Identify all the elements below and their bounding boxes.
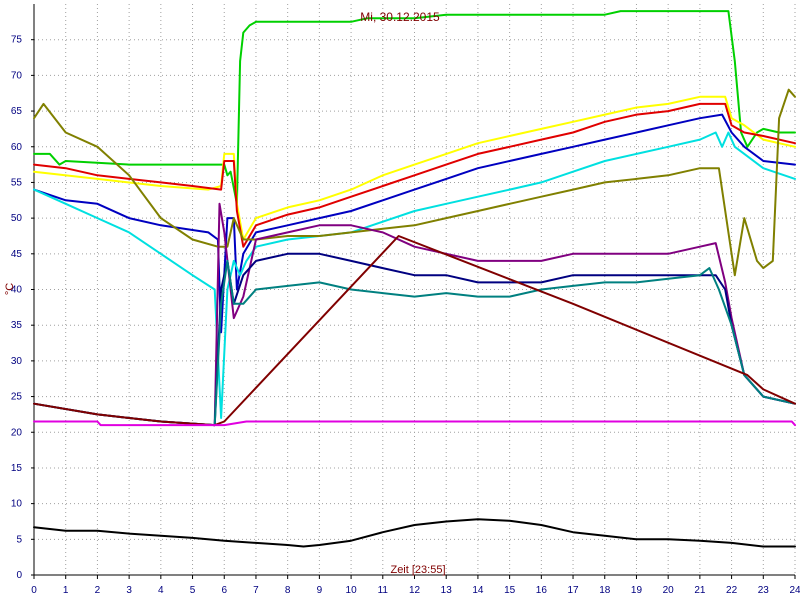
x-tick-label: 8 [285, 585, 291, 596]
y-tick-label: 50 [11, 213, 23, 224]
x-tick-label: 9 [317, 585, 323, 596]
x-tick-label: 20 [663, 585, 675, 596]
y-tick-label: 15 [11, 463, 23, 474]
x-tick-label: 3 [126, 585, 132, 596]
x-tick-label: 15 [504, 585, 516, 596]
x-tick-label: 6 [221, 585, 227, 596]
y-tick-label: 45 [11, 249, 23, 260]
x-tick-label: 4 [158, 585, 164, 596]
x-tick-label: 14 [472, 585, 484, 596]
y-tick-label: 20 [11, 427, 23, 438]
x-tick-label: 13 [441, 585, 453, 596]
x-tick-label: 12 [409, 585, 421, 596]
temperature-line-chart: 0510152025303540455055606570750 1 2 3 4 5 6 7 8 9… [0, 0, 800, 600]
x-tick-label: 18 [599, 585, 611, 596]
x-tick-label: 16 [536, 585, 548, 596]
y-tick-label: 70 [11, 70, 23, 81]
x-tick-label: 2 [95, 585, 101, 596]
y-tick-label: 10 [11, 499, 23, 510]
x-tick-label: 24 [789, 585, 800, 596]
chart-background [0, 0, 800, 600]
x-tick-label: 7 [253, 585, 259, 596]
x-tick-label: 0 [31, 585, 37, 596]
x-tick-label: 21 [694, 585, 706, 596]
x-tick-label: 11 [378, 585, 389, 596]
y-tick-label: 65 [11, 106, 23, 117]
y-tick-label: 5 [16, 534, 22, 545]
y-tick-label: 35 [11, 320, 23, 331]
y-axis-label: °C [4, 283, 16, 295]
x-axis-label: Zeit [23:55] [390, 564, 445, 576]
x-tick-label: 23 [758, 585, 770, 596]
y-tick-label: 60 [11, 142, 23, 153]
y-tick-label: 25 [11, 392, 23, 403]
x-tick-label: 22 [726, 585, 738, 596]
y-tick-label: 30 [11, 356, 23, 367]
y-tick-label: 0 [16, 570, 22, 581]
y-tick-label: 75 [11, 35, 23, 46]
y-tick-label: 55 [11, 177, 23, 188]
x-tick-label: 5 [190, 585, 196, 596]
x-tick-label: 1 [63, 585, 69, 596]
x-tick-label: 17 [567, 585, 579, 596]
x-tick-label: 19 [631, 585, 643, 596]
x-tick-label: 10 [346, 585, 358, 596]
chart-title: Mi, 30.12.2015 [360, 10, 440, 24]
